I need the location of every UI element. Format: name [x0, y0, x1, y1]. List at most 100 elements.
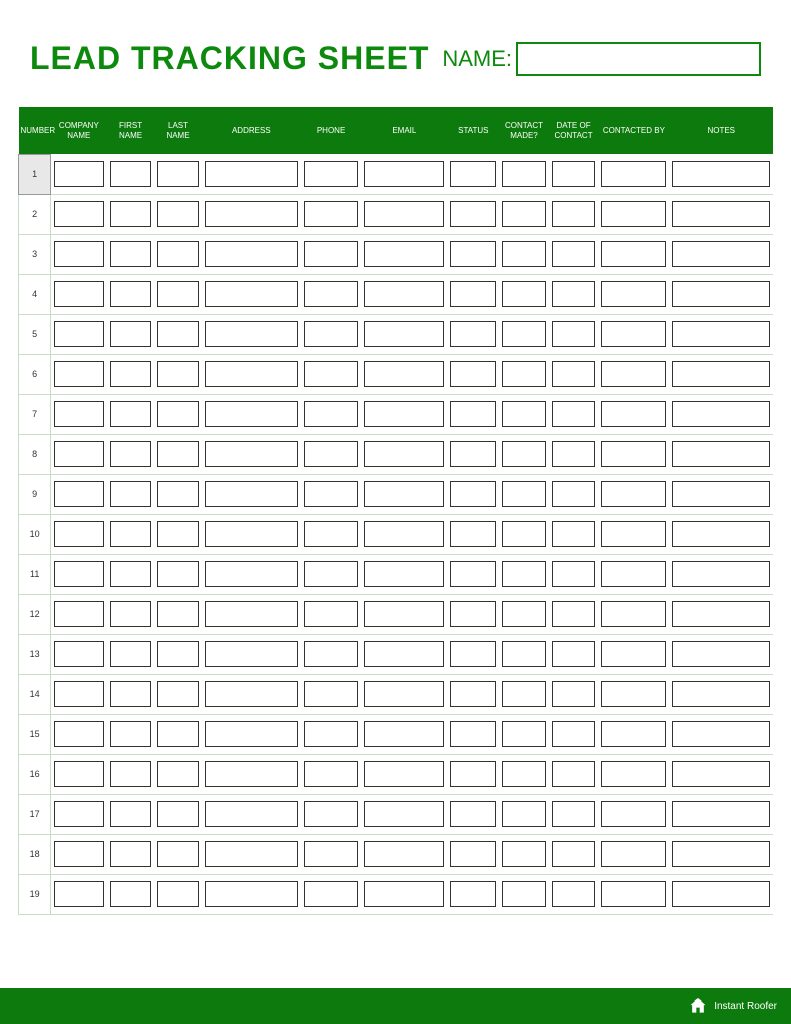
- input-contacted_by[interactable]: [601, 801, 666, 827]
- input-phone[interactable]: [304, 401, 358, 427]
- input-status[interactable]: [450, 481, 496, 507]
- input-first[interactable]: [110, 681, 151, 707]
- input-status[interactable]: [450, 281, 496, 307]
- input-date_of_contact[interactable]: [552, 721, 596, 747]
- input-date_of_contact[interactable]: [552, 881, 596, 907]
- input-date_of_contact[interactable]: [552, 161, 596, 187]
- input-contacted_by[interactable]: [601, 441, 666, 467]
- input-notes[interactable]: [672, 561, 770, 587]
- input-last[interactable]: [157, 321, 198, 347]
- input-first[interactable]: [110, 801, 151, 827]
- input-notes[interactable]: [672, 281, 770, 307]
- input-phone[interactable]: [304, 441, 358, 467]
- input-contact_made[interactable]: [502, 601, 546, 627]
- input-last[interactable]: [157, 281, 198, 307]
- input-status[interactable]: [450, 361, 496, 387]
- input-contacted_by[interactable]: [601, 201, 666, 227]
- input-first[interactable]: [110, 161, 151, 187]
- input-notes[interactable]: [672, 841, 770, 867]
- input-last[interactable]: [157, 441, 198, 467]
- input-company[interactable]: [54, 321, 104, 347]
- input-phone[interactable]: [304, 481, 358, 507]
- input-status[interactable]: [450, 601, 496, 627]
- input-address[interactable]: [205, 601, 298, 627]
- input-status[interactable]: [450, 841, 496, 867]
- input-last[interactable]: [157, 481, 198, 507]
- input-first[interactable]: [110, 561, 151, 587]
- input-phone[interactable]: [304, 721, 358, 747]
- input-company[interactable]: [54, 201, 104, 227]
- input-first[interactable]: [110, 721, 151, 747]
- input-phone[interactable]: [304, 241, 358, 267]
- input-date_of_contact[interactable]: [552, 481, 596, 507]
- input-status[interactable]: [450, 321, 496, 347]
- input-last[interactable]: [157, 401, 198, 427]
- input-first[interactable]: [110, 201, 151, 227]
- input-phone[interactable]: [304, 641, 358, 667]
- input-last[interactable]: [157, 681, 198, 707]
- input-date_of_contact[interactable]: [552, 841, 596, 867]
- input-notes[interactable]: [672, 801, 770, 827]
- input-notes[interactable]: [672, 441, 770, 467]
- input-phone[interactable]: [304, 561, 358, 587]
- input-notes[interactable]: [672, 721, 770, 747]
- input-address[interactable]: [205, 361, 298, 387]
- input-status[interactable]: [450, 681, 496, 707]
- input-company[interactable]: [54, 841, 104, 867]
- input-address[interactable]: [205, 761, 298, 787]
- input-contact_made[interactable]: [502, 761, 546, 787]
- input-address[interactable]: [205, 241, 298, 267]
- input-date_of_contact[interactable]: [552, 321, 596, 347]
- input-status[interactable]: [450, 801, 496, 827]
- input-email[interactable]: [364, 361, 444, 387]
- input-contacted_by[interactable]: [601, 561, 666, 587]
- input-contacted_by[interactable]: [601, 281, 666, 307]
- input-last[interactable]: [157, 361, 198, 387]
- input-company[interactable]: [54, 401, 104, 427]
- input-phone[interactable]: [304, 201, 358, 227]
- input-date_of_contact[interactable]: [552, 761, 596, 787]
- input-address[interactable]: [205, 201, 298, 227]
- input-status[interactable]: [450, 241, 496, 267]
- input-company[interactable]: [54, 281, 104, 307]
- input-contacted_by[interactable]: [601, 161, 666, 187]
- input-date_of_contact[interactable]: [552, 281, 596, 307]
- input-notes[interactable]: [672, 881, 770, 907]
- input-contact_made[interactable]: [502, 361, 546, 387]
- input-contact_made[interactable]: [502, 521, 546, 547]
- input-first[interactable]: [110, 441, 151, 467]
- input-contact_made[interactable]: [502, 481, 546, 507]
- input-company[interactable]: [54, 561, 104, 587]
- input-contacted_by[interactable]: [601, 841, 666, 867]
- input-company[interactable]: [54, 241, 104, 267]
- input-address[interactable]: [205, 161, 298, 187]
- input-date_of_contact[interactable]: [552, 441, 596, 467]
- input-last[interactable]: [157, 641, 198, 667]
- input-date_of_contact[interactable]: [552, 641, 596, 667]
- input-company[interactable]: [54, 361, 104, 387]
- input-email[interactable]: [364, 401, 444, 427]
- input-contact_made[interactable]: [502, 881, 546, 907]
- input-phone[interactable]: [304, 161, 358, 187]
- input-contacted_by[interactable]: [601, 761, 666, 787]
- input-contacted_by[interactable]: [601, 481, 666, 507]
- input-last[interactable]: [157, 561, 198, 587]
- input-notes[interactable]: [672, 641, 770, 667]
- input-last[interactable]: [157, 201, 198, 227]
- input-date_of_contact[interactable]: [552, 561, 596, 587]
- input-status[interactable]: [450, 201, 496, 227]
- input-notes[interactable]: [672, 681, 770, 707]
- input-contacted_by[interactable]: [601, 721, 666, 747]
- input-email[interactable]: [364, 561, 444, 587]
- input-contact_made[interactable]: [502, 281, 546, 307]
- input-notes[interactable]: [672, 481, 770, 507]
- input-contact_made[interactable]: [502, 641, 546, 667]
- input-last[interactable]: [157, 521, 198, 547]
- input-phone[interactable]: [304, 761, 358, 787]
- input-first[interactable]: [110, 761, 151, 787]
- input-contact_made[interactable]: [502, 201, 546, 227]
- input-company[interactable]: [54, 761, 104, 787]
- input-contact_made[interactable]: [502, 561, 546, 587]
- input-address[interactable]: [205, 561, 298, 587]
- input-email[interactable]: [364, 881, 444, 907]
